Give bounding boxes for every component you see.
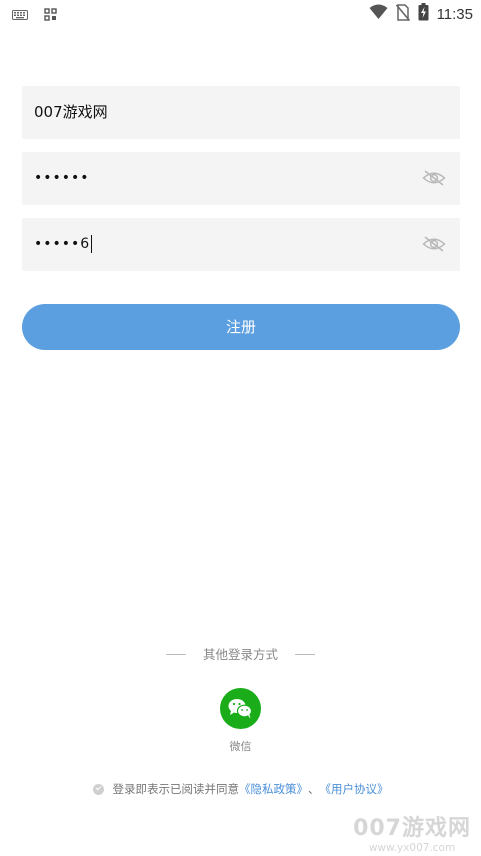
- eye-off-icon[interactable]: [422, 234, 446, 254]
- divider-line-right: [295, 654, 315, 655]
- confirm-password-value: •••••6: [34, 236, 91, 252]
- keyboard-icon: [12, 6, 28, 25]
- privacy-policy-link[interactable]: 《隐私政策》: [239, 781, 308, 797]
- agreement-separator: 、: [308, 782, 320, 796]
- wifi-icon: [369, 4, 388, 24]
- status-bar: 11:35: [0, 0, 481, 28]
- watermark-main: 007游戏网: [353, 816, 471, 841]
- grid-icon: [44, 6, 57, 25]
- agreement-row: 登录即表示已阅读并同意 《隐私政策》 、 《用户协议》: [0, 780, 481, 798]
- other-login-label: 其他登录方式: [202, 647, 278, 662]
- agreement-text: 登录即表示已阅读并同意: [112, 782, 240, 796]
- text-caret: [91, 235, 93, 253]
- battery-charging-icon: [418, 3, 429, 25]
- confirm-password-wrap: •••••6: [34, 218, 93, 271]
- wechat-label: 微信: [229, 740, 252, 753]
- agree-checkbox[interactable]: [92, 783, 104, 795]
- password-field[interactable]: ••••••: [22, 152, 460, 205]
- wechat-login-button[interactable]: [220, 688, 261, 729]
- divider-line-left: [166, 654, 186, 655]
- wechat-icon: [220, 699, 261, 733]
- username-field[interactable]: 007游戏网: [22, 86, 460, 139]
- eye-off-icon[interactable]: [422, 168, 446, 188]
- user-agreement-link[interactable]: 《用户协议》: [320, 781, 389, 797]
- no-sim-icon: [395, 3, 410, 25]
- watermark: 007游戏网 www.yx007.com: [353, 816, 471, 854]
- status-time: 11:35: [436, 5, 473, 23]
- confirm-password-field[interactable]: •••••6: [22, 218, 460, 271]
- password-value: ••••••: [34, 170, 90, 186]
- other-login-divider: 其他登录方式: [0, 644, 481, 664]
- register-button[interactable]: 注册: [22, 304, 460, 350]
- watermark-url: www.yx007.com: [368, 842, 456, 854]
- username-value: 007游戏网: [34, 103, 108, 121]
